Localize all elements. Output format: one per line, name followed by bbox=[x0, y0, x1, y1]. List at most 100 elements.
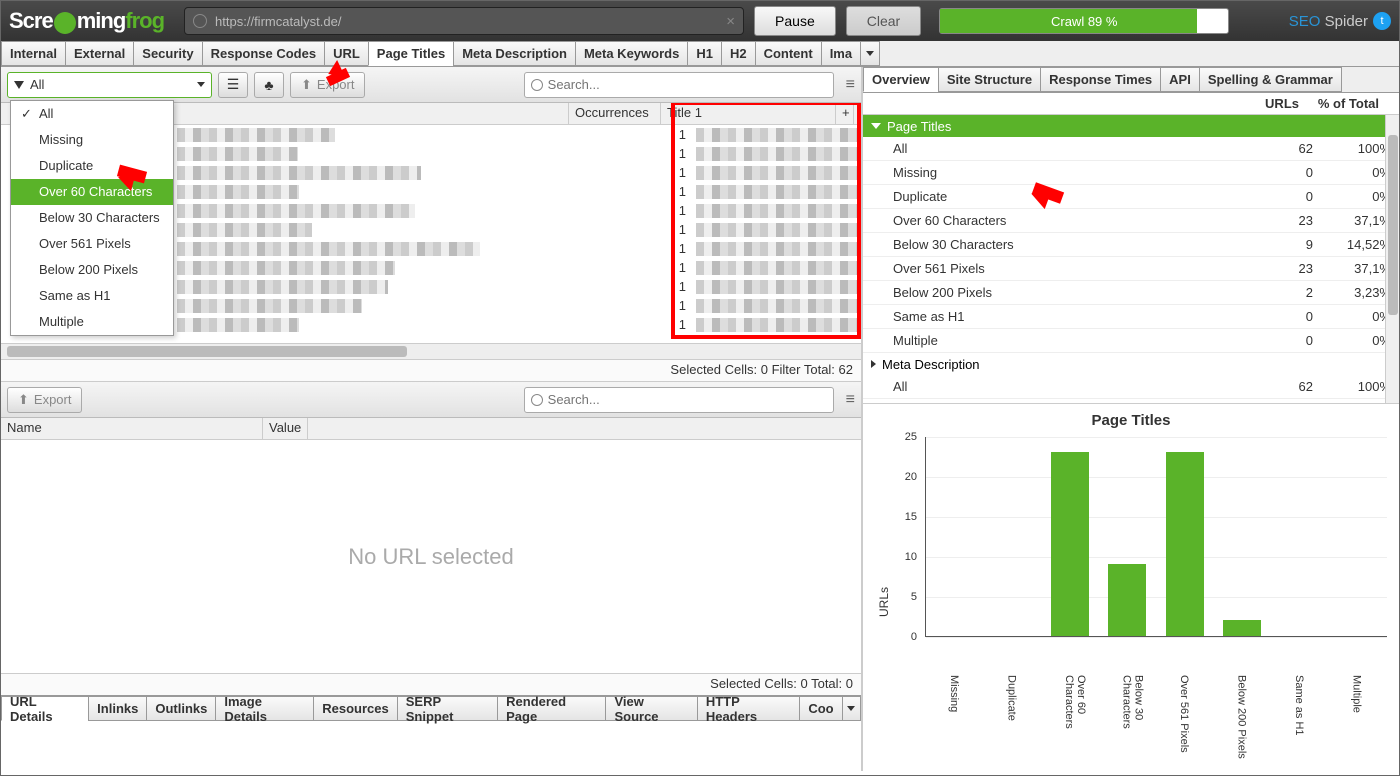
table-row[interactable]: 1 bbox=[177, 182, 861, 201]
bottom-tab-inlinks[interactable]: Inlinks bbox=[88, 696, 147, 721]
detail-search-input[interactable] bbox=[524, 387, 834, 413]
overview-row[interactable]: Missing00% bbox=[863, 161, 1399, 185]
overview-row[interactable]: All62100% bbox=[863, 375, 1399, 399]
tab-meta-keywords[interactable]: Meta Keywords bbox=[575, 41, 688, 66]
overview-row[interactable]: Multiple00% bbox=[863, 329, 1399, 353]
section-page-titles[interactable]: Page Titles bbox=[863, 115, 1399, 137]
chevron-down-icon bbox=[871, 123, 881, 129]
clear-button[interactable]: Clear bbox=[846, 6, 921, 36]
overview-row[interactable]: Over 60 Characters2337,1% bbox=[863, 209, 1399, 233]
no-url-placeholder: No URL selected bbox=[1, 440, 861, 673]
table-row[interactable]: 1 bbox=[177, 239, 861, 258]
filter-toolbar: All ☰ ♣ ⬆Export ≡ bbox=[1, 67, 861, 103]
bottom-tab-http-headers[interactable]: HTTP Headers bbox=[697, 696, 801, 721]
right-tab-spelling-&-grammar[interactable]: Spelling & Grammar bbox=[1199, 67, 1342, 92]
table-row[interactable]: 1 bbox=[177, 277, 861, 296]
right-tab-overview[interactable]: Overview bbox=[863, 67, 939, 92]
bottom-tab-resources[interactable]: Resources bbox=[313, 696, 397, 721]
filter-dropdown-menu[interactable]: AllMissingDuplicateOver 60 CharactersBel… bbox=[10, 100, 174, 336]
bottom-tab-image-details[interactable]: Image Details bbox=[215, 696, 314, 721]
overview-row[interactable]: Below 30 Characters914,52% bbox=[863, 233, 1399, 257]
globe-icon bbox=[193, 14, 207, 28]
overview-row[interactable]: Same as H100% bbox=[863, 305, 1399, 329]
detail-search-options-icon[interactable]: ≡ bbox=[846, 391, 855, 409]
table-row[interactable]: 1 bbox=[177, 296, 861, 315]
pause-button[interactable]: Pause bbox=[754, 6, 836, 36]
bottom-tab-overflow-icon[interactable] bbox=[842, 696, 861, 721]
section-meta-description[interactable]: Meta Description bbox=[863, 353, 1399, 375]
search-input[interactable] bbox=[524, 72, 834, 98]
tab-response-codes[interactable]: Response Codes bbox=[202, 41, 325, 66]
overview-row[interactable]: Duplicate00% bbox=[863, 185, 1399, 209]
export-detail-button[interactable]: ⬆Export bbox=[7, 387, 82, 413]
column-value[interactable]: Value bbox=[263, 418, 308, 439]
tab-security[interactable]: Security bbox=[133, 41, 202, 66]
overview-row[interactable]: Over 561 Pixels2337,1% bbox=[863, 257, 1399, 281]
tree-view-button[interactable]: ♣ bbox=[254, 72, 284, 98]
overview-row[interactable]: Below 200 Pixels23,23% bbox=[863, 281, 1399, 305]
search-icon bbox=[531, 394, 543, 406]
column-occurrences[interactable]: Occurrences bbox=[569, 103, 661, 124]
clear-url-icon[interactable]: × bbox=[726, 13, 735, 30]
chart-xlabel: Same as H1 bbox=[1293, 675, 1305, 736]
tab-page-titles[interactable]: Page Titles bbox=[368, 41, 454, 66]
filter-option-below-200-pixels[interactable]: Below 200 Pixels bbox=[11, 257, 173, 283]
bottom-tab-coo[interactable]: Coo bbox=[799, 696, 842, 721]
search-options-icon[interactable]: ≡ bbox=[846, 76, 855, 94]
filter-option-same-as-h1[interactable]: Same as H1 bbox=[11, 283, 173, 309]
table-row[interactable]: 1 bbox=[177, 125, 861, 144]
right-tab-site-structure[interactable]: Site Structure bbox=[938, 67, 1041, 92]
chart-xlabel: Over 60 Characters bbox=[1063, 675, 1087, 767]
overview-row[interactable]: All62100% bbox=[863, 137, 1399, 161]
upload-icon: ⬆ bbox=[18, 392, 29, 408]
right-tab-response-times[interactable]: Response Times bbox=[1040, 67, 1161, 92]
chart-xlabel: Below 200 Pixels bbox=[1235, 675, 1247, 759]
filter-dropdown[interactable]: All bbox=[7, 72, 212, 98]
upload-icon: ⬆ bbox=[301, 77, 312, 93]
tab-internal[interactable]: Internal bbox=[1, 41, 66, 66]
overview-body[interactable]: Page Titles All62100%Missing00%Duplicate… bbox=[863, 115, 1399, 403]
tab-meta-description[interactable]: Meta Description bbox=[453, 41, 576, 66]
chart-xlabel: Duplicate bbox=[1005, 675, 1017, 721]
horizontal-scrollbar[interactable] bbox=[1, 343, 861, 359]
right-tabs: OverviewSite StructureResponse TimesAPIS… bbox=[863, 67, 1399, 93]
table-row[interactable]: 1 bbox=[177, 315, 861, 334]
logo: Scremingfrog bbox=[9, 8, 164, 34]
vertical-scrollbar[interactable] bbox=[1385, 115, 1399, 403]
filter-option-below-30-characters[interactable]: Below 30 Characters bbox=[11, 205, 173, 231]
tab-h2[interactable]: H2 bbox=[721, 41, 756, 66]
table-row[interactable]: 1 bbox=[177, 144, 861, 163]
bottom-tab-url-details[interactable]: URL Details bbox=[1, 696, 89, 721]
filter-option-all[interactable]: All bbox=[11, 101, 173, 127]
bottom-tab-view-source[interactable]: View Source bbox=[605, 696, 697, 721]
table-row[interactable]: 1 bbox=[177, 201, 861, 220]
list-view-button[interactable]: ☰ bbox=[218, 72, 248, 98]
filter-option-missing[interactable]: Missing bbox=[11, 127, 173, 153]
table-row[interactable]: 1 bbox=[177, 258, 861, 277]
chevron-down-icon bbox=[197, 82, 205, 87]
filter-option-over-561-pixels[interactable]: Over 561 Pixels bbox=[11, 231, 173, 257]
filter-option-duplicate[interactable]: Duplicate bbox=[11, 153, 173, 179]
table-row[interactable]: 1 bbox=[177, 220, 861, 239]
column-name[interactable]: Name bbox=[1, 418, 263, 439]
tab-external[interactable]: External bbox=[65, 41, 134, 66]
right-tab-api[interactable]: API bbox=[1160, 67, 1200, 92]
tab-content[interactable]: Content bbox=[755, 41, 822, 66]
bottom-tab-serp-snippet[interactable]: SERP Snippet bbox=[397, 696, 498, 721]
twitter-icon[interactable]: t bbox=[1373, 12, 1391, 30]
filter-option-over-60-characters[interactable]: Over 60 Characters bbox=[11, 179, 173, 205]
add-column-icon[interactable]: + bbox=[836, 103, 854, 124]
column-title1[interactable]: Title 1 bbox=[661, 103, 836, 124]
url-input[interactable]: https://firmcatalyst.de/ × bbox=[184, 7, 744, 35]
bottom-tab-rendered-page[interactable]: Rendered Page bbox=[497, 696, 606, 721]
seo-spider-label: SEO Spider t bbox=[1289, 12, 1391, 30]
tab-ima[interactable]: Ima bbox=[821, 41, 861, 66]
tab-overflow-icon[interactable] bbox=[860, 41, 880, 66]
detail-status: Selected Cells: 0 Total: 0 bbox=[1, 673, 861, 695]
table-row[interactable]: 1 bbox=[177, 163, 861, 182]
detail-header: Name Value bbox=[1, 418, 861, 440]
chart-xlabel: Missing bbox=[948, 675, 960, 712]
filter-option-multiple[interactable]: Multiple bbox=[11, 309, 173, 335]
bottom-tab-outlinks[interactable]: Outlinks bbox=[146, 696, 216, 721]
tab-h1[interactable]: H1 bbox=[687, 41, 722, 66]
